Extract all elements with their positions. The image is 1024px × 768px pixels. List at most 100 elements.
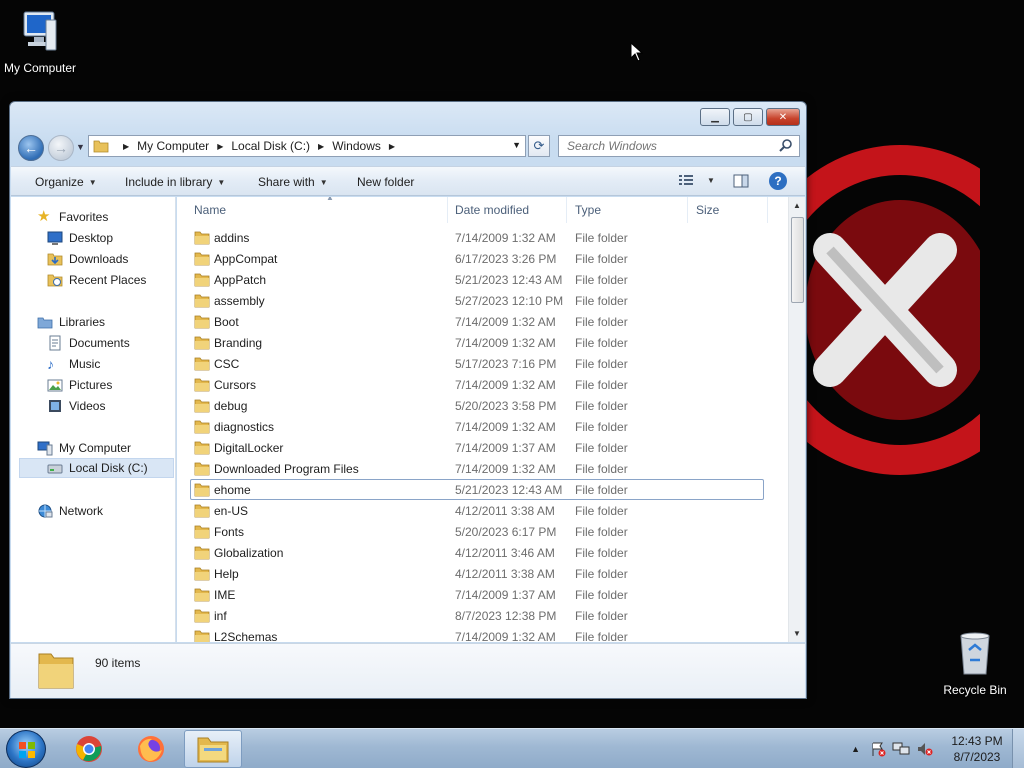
nav-label: Libraries	[59, 315, 106, 329]
search-icon[interactable]	[778, 138, 794, 154]
vertical-scrollbar[interactable]: ▲ ▼	[788, 197, 805, 642]
nav-downloads[interactable]: Downloads	[47, 249, 128, 269]
arrow-right-icon: →	[54, 140, 68, 156]
refresh-button[interactable]: ⟳	[528, 135, 550, 157]
file-row[interactable]: DigitalLocker 7/14/2009 1:37 AM File folde…	[177, 437, 787, 458]
file-row[interactable]: ehome 5/21/2023 12:43 AM File folder	[177, 479, 787, 500]
nav-documents[interactable]: Documents	[47, 333, 130, 353]
chevron-right-icon[interactable]: ▶	[123, 142, 129, 151]
include-in-library-label: Include in library	[125, 175, 213, 189]
show-desktop-button[interactable]	[1012, 729, 1024, 768]
file-row[interactable]: Cursors 7/14/2009 1:32 AM File folder	[177, 374, 787, 395]
column-header-type[interactable]: Type	[567, 197, 688, 223]
clock[interactable]: 12:43 PM 8/7/2023	[942, 733, 1012, 765]
file-row[interactable]: Boot 7/14/2009 1:32 AM File folder	[177, 311, 787, 332]
change-view-button[interactable]: ▼	[678, 173, 715, 187]
file-name: Cursors	[214, 378, 257, 392]
nav-libraries[interactable]: Libraries	[37, 312, 105, 332]
show-hidden-icons-icon[interactable]: ▲	[851, 744, 860, 754]
network-status-icon[interactable]	[892, 741, 910, 757]
nav-local-disk[interactable]: Local Disk (C:)	[19, 458, 174, 478]
minimize-button[interactable]: ▁	[700, 108, 730, 126]
file-row[interactable]: AppCompat 6/17/2023 3:26 PM File folder	[177, 248, 787, 269]
help-button[interactable]: ?	[769, 172, 787, 190]
explorer-window[interactable]: ▁ ▢ ✕ ← → ▼ ▶ My Computer ▶ Local Disk (…	[9, 101, 807, 699]
folder-icon	[194, 377, 210, 395]
nav-videos[interactable]: Videos	[47, 396, 105, 416]
nav-network[interactable]: Network	[37, 501, 103, 521]
file-row[interactable]: addins 7/14/2009 1:32 AM File folder	[177, 227, 787, 248]
caret-down-icon: ▼	[319, 177, 328, 187]
recent-pages-dropdown[interactable]: ▼	[76, 142, 85, 152]
desktop-icon-label: My Computer	[3, 61, 77, 75]
arrow-left-icon: ←	[24, 140, 38, 156]
file-name: assembly	[214, 294, 265, 308]
file-row[interactable]: inf 8/7/2023 12:38 PM File folder	[177, 605, 787, 626]
nav-desktop[interactable]: Desktop	[47, 228, 113, 248]
file-type: File folder	[575, 231, 628, 245]
file-row[interactable]: Downloaded Program Files 7/14/2009 1:32 A…	[177, 458, 787, 479]
file-row[interactable]: AppPatch 5/21/2023 12:43 AM File folder	[177, 269, 787, 290]
file-row[interactable]: Help 4/12/2011 3:38 AM File folder	[177, 563, 787, 584]
my-computer-desktop-icon[interactable]: My Computer	[0, 8, 80, 75]
taskbar-chrome[interactable]	[60, 730, 118, 768]
file-row[interactable]: debug 5/20/2023 3:58 PM File folder	[177, 395, 787, 416]
file-type: File folder	[575, 399, 628, 413]
new-folder-button[interactable]: New folder	[357, 175, 414, 189]
back-button[interactable]: ←	[18, 135, 44, 161]
file-row[interactable]: en-US 4/12/2011 3:38 AM File folder	[177, 500, 787, 521]
close-button[interactable]: ✕	[766, 108, 800, 126]
recycle-bin-desktop-icon[interactable]: Recycle Bin	[935, 630, 1015, 697]
chevron-right-icon[interactable]: ▶	[318, 142, 324, 151]
nav-favorites[interactable]: ★ Favorites	[37, 207, 108, 227]
nav-music[interactable]: ♪ Music	[47, 354, 100, 374]
action-center-flag-icon[interactable]	[870, 741, 886, 757]
navigation-bar: ← → ▼ ▶ My Computer ▶ Local Disk (C:) ▶ …	[16, 133, 800, 161]
breadcrumb-item[interactable]: Local Disk (C:)	[231, 139, 310, 153]
search-input[interactable]	[567, 139, 767, 153]
start-button[interactable]	[6, 730, 46, 768]
scroll-up-icon[interactable]: ▲	[793, 201, 801, 210]
breadcrumb-item[interactable]: Windows	[332, 139, 381, 153]
wallpaper-emblem	[790, 145, 980, 475]
maximize-button[interactable]: ▢	[733, 108, 763, 126]
scroll-down-icon[interactable]: ▼	[793, 629, 801, 638]
file-row[interactable]: Globalization 4/12/2011 3:46 AM File folde…	[177, 542, 787, 563]
file-row[interactable]: L2Schemas 7/14/2009 1:32 AM File folder	[177, 626, 787, 642]
taskbar-firefox[interactable]	[122, 730, 180, 768]
forward-button[interactable]: →	[48, 135, 74, 161]
file-row[interactable]: Branding 7/14/2009 1:32 AM File folder	[177, 332, 787, 353]
file-type: File folder	[575, 546, 628, 560]
file-date-modified: 5/17/2023 7:16 PM	[455, 357, 557, 371]
column-header-name[interactable]: Name ▲	[186, 197, 448, 223]
volume-muted-icon[interactable]	[916, 741, 934, 757]
chevron-right-icon[interactable]: ▶	[389, 142, 395, 151]
file-date-modified: 7/14/2009 1:37 AM	[455, 441, 556, 455]
nav-pictures[interactable]: Pictures	[47, 375, 112, 395]
nav-label: Documents	[69, 336, 130, 350]
file-name: L2Schemas	[214, 630, 278, 642]
preview-pane-button[interactable]	[733, 173, 749, 189]
file-date-modified: 4/12/2011 3:46 AM	[455, 546, 555, 560]
nav-recent-places[interactable]: Recent Places	[47, 270, 146, 290]
address-bar[interactable]: ▶ My Computer ▶ Local Disk (C:) ▶ Window…	[88, 135, 526, 157]
folder-large-icon	[38, 653, 74, 689]
organize-button[interactable]: Organize ▼	[35, 175, 97, 189]
file-row[interactable]: CSC 5/17/2023 7:16 PM File folder	[177, 353, 787, 374]
file-row[interactable]: diagnostics 7/14/2009 1:32 AM File folder	[177, 416, 787, 437]
share-with-button[interactable]: Share with ▼	[258, 175, 328, 189]
file-row[interactable]: Fonts 5/20/2023 6:17 PM File folder	[177, 521, 787, 542]
include-in-library-button[interactable]: Include in library ▼	[125, 175, 225, 189]
taskbar-explorer[interactable]	[184, 730, 242, 768]
computer-icon	[23, 11, 57, 51]
address-history-dropdown[interactable]: ▼	[512, 140, 521, 150]
nav-my-computer[interactable]: My Computer	[37, 438, 131, 458]
column-label: Type	[575, 203, 602, 217]
column-header-date-modified[interactable]: Date modified	[447, 197, 567, 223]
column-header-size[interactable]: Size	[688, 197, 768, 223]
scroll-thumb[interactable]	[791, 217, 804, 303]
file-row[interactable]: assembly 5/27/2023 12:10 PM File folder	[177, 290, 787, 311]
chevron-right-icon[interactable]: ▶	[217, 142, 223, 151]
breadcrumb-item[interactable]: My Computer	[137, 139, 209, 153]
file-row[interactable]: IME 7/14/2009 1:37 AM File folder	[177, 584, 787, 605]
